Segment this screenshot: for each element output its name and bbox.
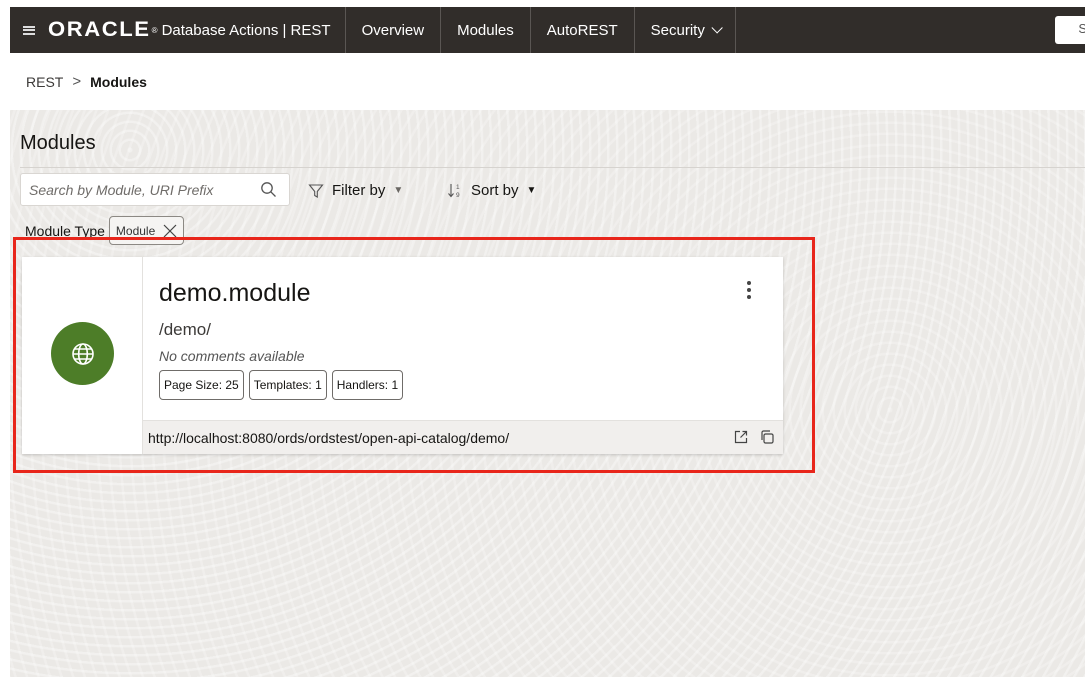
page-title: Modules: [20, 132, 96, 154]
tab-autorest[interactable]: AutoREST: [531, 7, 635, 53]
tab-security[interactable]: Security: [635, 7, 736, 53]
tab-modules[interactable]: Modules: [441, 7, 531, 53]
open-external-icon[interactable]: [733, 429, 749, 445]
card-icon-area: [22, 257, 143, 454]
tab-label: Modules: [457, 21, 514, 39]
globe-icon: [71, 342, 94, 365]
close-icon[interactable]: [163, 224, 177, 238]
sort-icon: 1 9: [448, 184, 460, 199]
sort-by-button[interactable]: 1 9 Sort by ▼: [447, 182, 536, 199]
handlers-badge: Handlers: 1: [331, 370, 404, 400]
breadcrumb-rest-link[interactable]: REST: [26, 74, 63, 90]
module-card[interactable]: demo.module /demo/ No comments available…: [22, 257, 783, 454]
app-title: Database Actions | REST: [161, 21, 331, 39]
module-stats: Page Size: 25 Templates: 1 Handlers: 1: [159, 370, 404, 400]
svg-text:9: 9: [456, 192, 460, 199]
filter-by-button[interactable]: Filter by ▼: [308, 182, 403, 199]
title-divider: [20, 167, 1085, 168]
module-comment: No comments available: [159, 348, 305, 364]
footer-actions: [733, 429, 775, 445]
registered-mark: ®: [151, 25, 158, 35]
module-url: http://localhost:8080/ords/ordstest/open…: [148, 429, 510, 446]
app-brand[interactable]: ORACLE ® Database Actions | REST: [48, 7, 346, 53]
module-uri-prefix: /demo/: [159, 320, 211, 339]
chip-label: Module: [115, 223, 156, 238]
tab-overview[interactable]: Overview: [346, 7, 442, 53]
caret-down-icon: ▼: [526, 185, 537, 196]
top-nav-bar: ORACLE ® Database Actions | REST Overvie…: [10, 7, 1085, 53]
chevron-down-icon: [711, 22, 723, 34]
sort-by-label: Sort by: [471, 182, 519, 199]
filter-by-label: Filter by: [332, 182, 386, 199]
more-actions-icon[interactable]: [747, 281, 751, 299]
copy-icon[interactable]: [759, 429, 775, 445]
page-size-badge: Page Size: 25: [159, 370, 244, 400]
module-icon-badge: [51, 322, 114, 385]
modules-panel: Modules Filter by ▼ 1 9 Sort by ▼ Module…: [10, 110, 1085, 677]
hamburger-menu-icon[interactable]: [10, 7, 48, 53]
filter-icon: [308, 183, 324, 198]
breadcrumb-current: Modules: [90, 73, 147, 90]
oracle-logo: ORACLE: [48, 18, 151, 41]
breadcrumb: REST > Modules: [26, 73, 147, 90]
tab-label: Security: [650, 21, 705, 39]
search-input-text: S: [1078, 21, 1085, 36]
caret-down-icon: ▼: [393, 185, 404, 196]
tab-label: AutoREST: [546, 21, 618, 39]
tab-label: Overview: [361, 21, 425, 39]
search-input[interactable]: [29, 181, 239, 198]
svg-text:1: 1: [456, 184, 460, 191]
breadcrumb-separator: >: [72, 73, 82, 90]
card-footer: http://localhost:8080/ords/ordstest/open…: [143, 420, 783, 454]
templates-badge: Templates: 1: [248, 370, 327, 400]
module-name[interactable]: demo.module: [159, 279, 310, 308]
global-search-input[interactable]: S: [1055, 16, 1085, 44]
module-search-field[interactable]: [20, 173, 290, 206]
search-icon[interactable]: [260, 181, 277, 198]
